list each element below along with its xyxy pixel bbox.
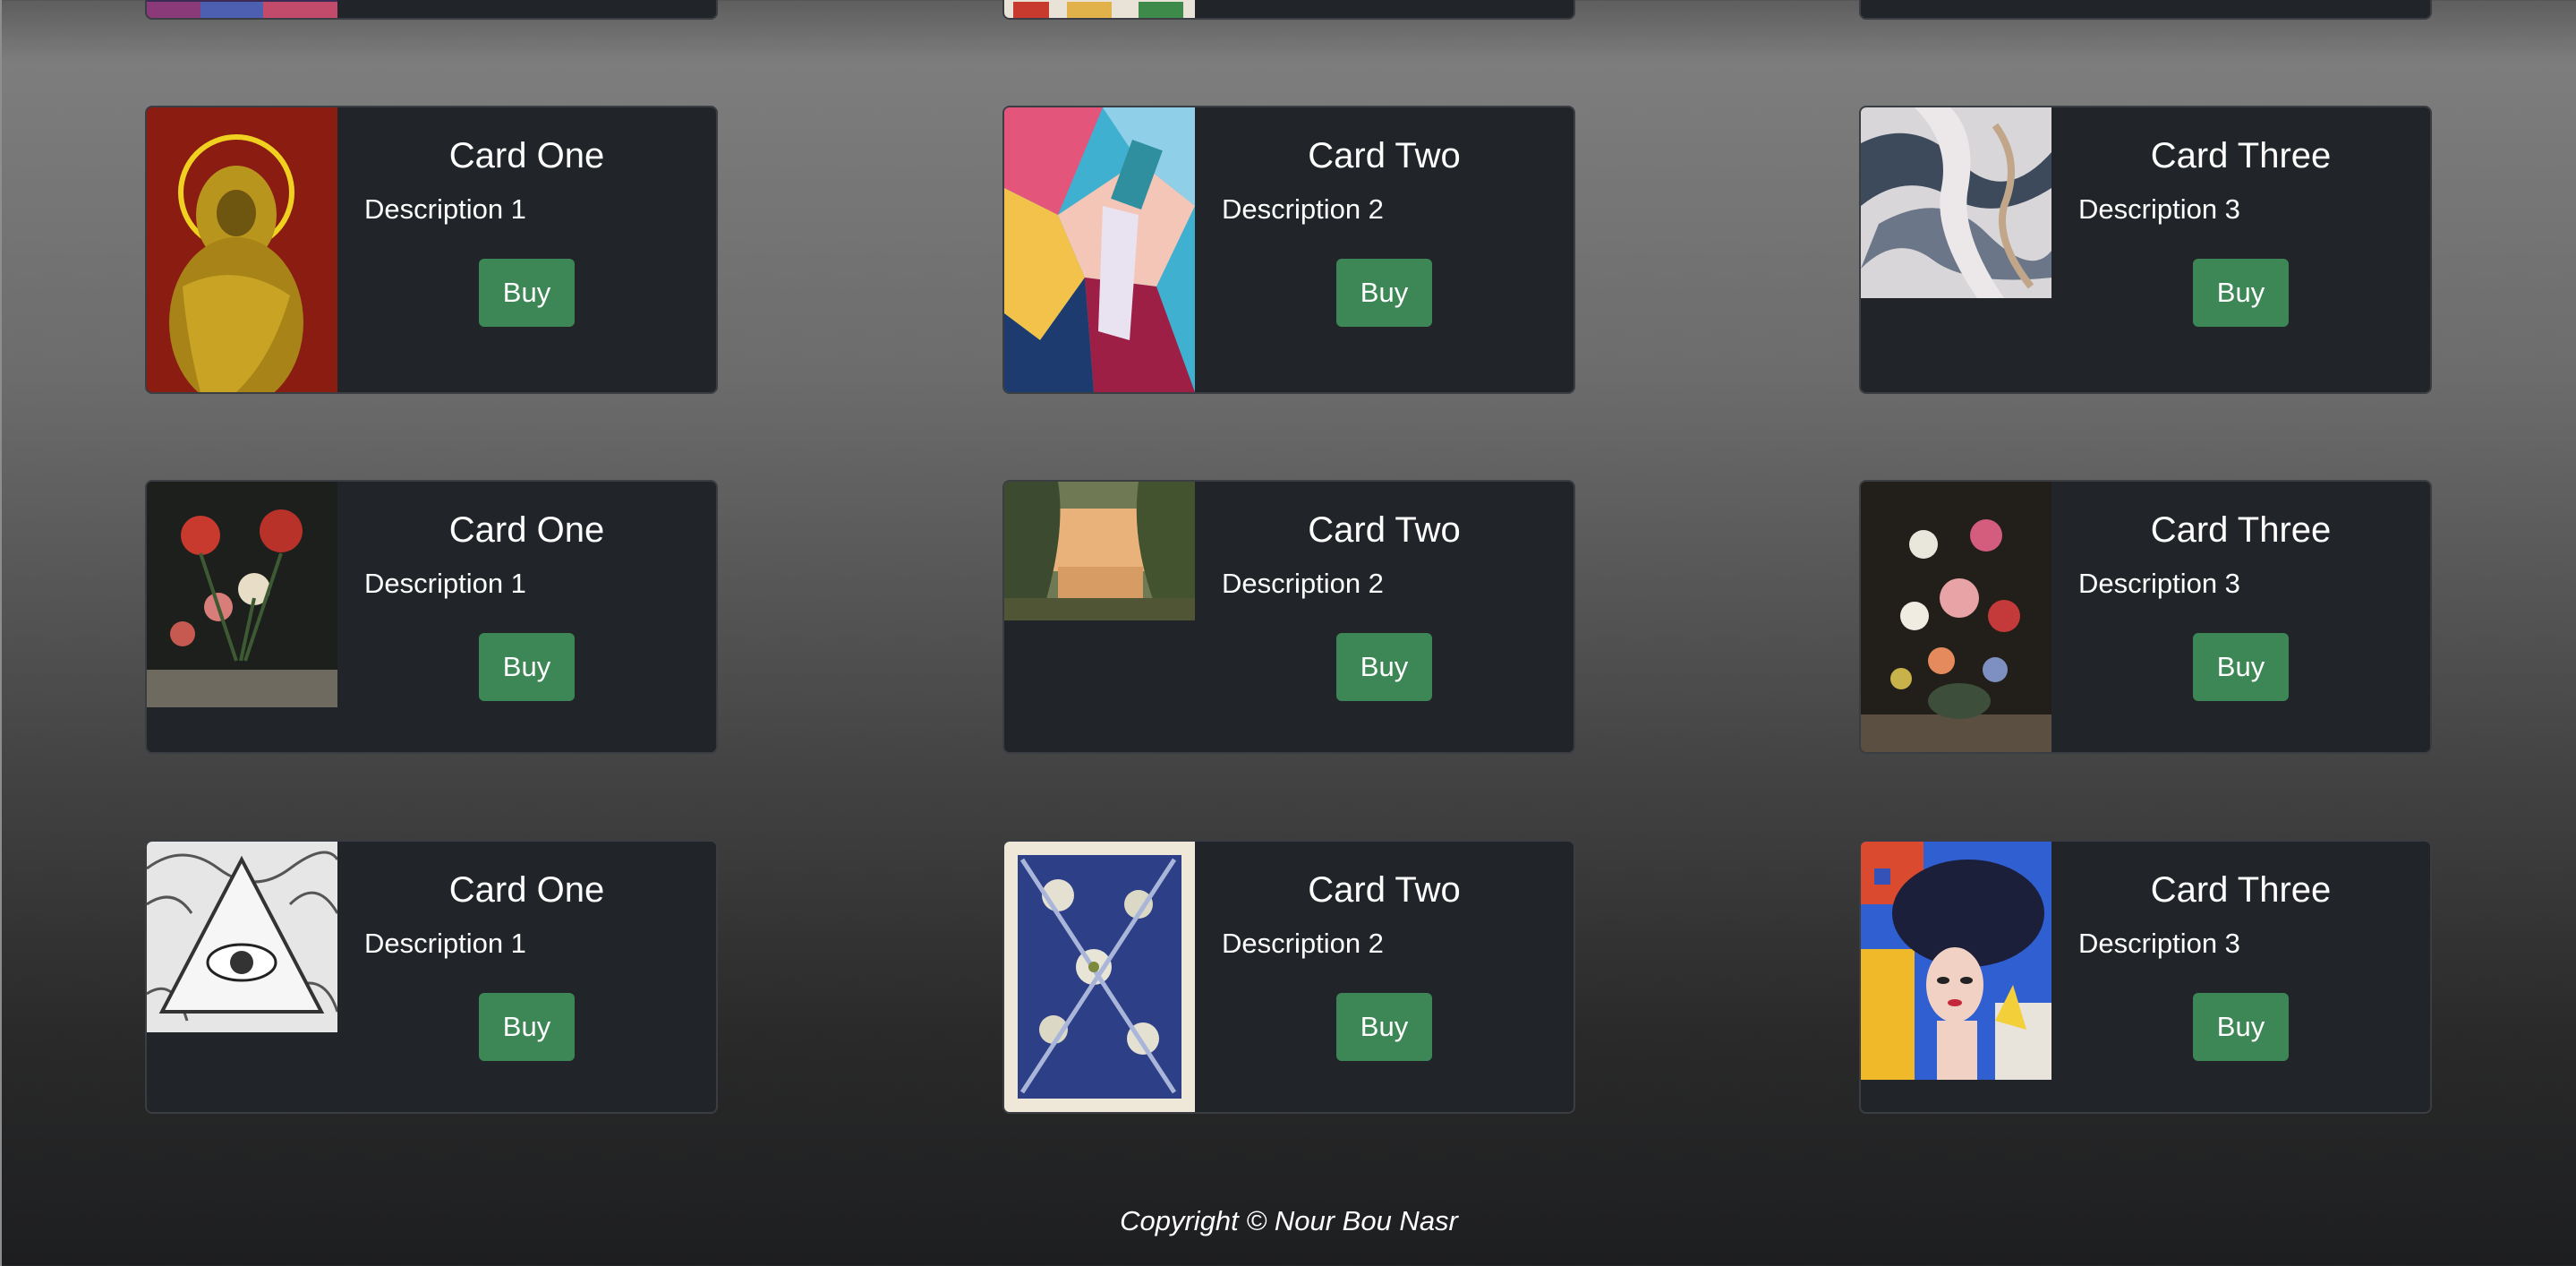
painting-image bbox=[1861, 0, 2051, 18]
marble-swirl-image bbox=[1861, 107, 2051, 298]
card-title: Card One bbox=[448, 510, 605, 550]
golden-lion-image bbox=[147, 107, 337, 392]
card-partial bbox=[1859, 0, 2432, 20]
card-partial bbox=[145, 0, 718, 20]
card-body: Card Two Description 2 Buy bbox=[1195, 842, 1574, 1061]
product-card: Card Three Description 3 Buy bbox=[1859, 106, 2432, 394]
product-card: Card One Description 1 Buy bbox=[145, 106, 718, 394]
card-title: Card Three bbox=[2150, 510, 2332, 550]
buy-button[interactable]: Buy bbox=[479, 259, 575, 327]
card-description: Description 3 bbox=[2078, 568, 2240, 599]
card-partial bbox=[1002, 0, 1575, 20]
blue-floral-pattern-image bbox=[1004, 842, 1195, 1112]
card-title: Card Two bbox=[1308, 136, 1461, 175]
card-description: Description 2 bbox=[1222, 193, 1384, 225]
floral-painting-image bbox=[1004, 0, 1195, 18]
card-title: Card Three bbox=[2150, 870, 2332, 910]
jungle-lake-image bbox=[1004, 482, 1195, 620]
card-title: Card Two bbox=[1308, 870, 1461, 910]
buy-button[interactable]: Buy bbox=[1336, 633, 1432, 701]
product-card: Card Three Description 3 Buy bbox=[1859, 840, 2432, 1114]
buy-button[interactable]: Buy bbox=[2193, 259, 2289, 327]
card-body: Card Two Description 2 Buy bbox=[1195, 107, 1574, 327]
card-description: Description 1 bbox=[364, 928, 526, 959]
footer-copyright: Copyright © Nour Bou Nasr bbox=[1120, 1205, 1458, 1236]
card-body: Card Three Description 3 Buy bbox=[2051, 107, 2430, 327]
product-card: Card Two Description 2 Buy bbox=[1002, 840, 1575, 1114]
buy-button[interactable]: Buy bbox=[479, 993, 575, 1061]
card-grid: Card One Description 1 Buy Card Two Desc… bbox=[2, 0, 2576, 1266]
card-description: Description 1 bbox=[364, 193, 526, 225]
eye-triangle-image bbox=[147, 842, 337, 1032]
card-body: Card Three Description 3 Buy bbox=[2051, 842, 2430, 1061]
pop-art-woman-image bbox=[1861, 842, 2051, 1080]
card-description: Description 3 bbox=[2078, 928, 2240, 959]
buy-button[interactable]: Buy bbox=[2193, 993, 2289, 1061]
buy-button[interactable]: Buy bbox=[1336, 993, 1432, 1061]
card-title: Card Three bbox=[2150, 136, 2332, 175]
card-body: Card One Description 1 Buy bbox=[337, 107, 716, 327]
card-body: Card One Description 1 Buy bbox=[337, 482, 716, 701]
buy-button[interactable]: Buy bbox=[1336, 259, 1432, 327]
card-body: Card Two Description 2 Buy bbox=[1195, 482, 1574, 701]
card-description: Description 2 bbox=[1222, 568, 1384, 599]
red-flowers-image bbox=[147, 482, 337, 707]
buy-button[interactable]: Buy bbox=[479, 633, 575, 701]
product-card: Card One Description 1 Buy bbox=[145, 480, 718, 754]
card-title: Card One bbox=[448, 870, 605, 910]
card-description: Description 3 bbox=[2078, 193, 2240, 225]
buy-button[interactable]: Buy bbox=[2193, 633, 2289, 701]
product-card: Card Two Description 2 Buy bbox=[1002, 480, 1575, 754]
product-card: Card One Description 1 Buy bbox=[145, 840, 718, 1114]
product-card: Card Three Description 3 Buy bbox=[1859, 480, 2432, 754]
card-description: Description 2 bbox=[1222, 928, 1384, 959]
product-card: Card Two Description 2 Buy bbox=[1002, 106, 1575, 394]
card-title: Card Two bbox=[1308, 510, 1461, 550]
card-description: Description 1 bbox=[364, 568, 526, 599]
abstract-hands-image bbox=[1004, 107, 1195, 392]
colorful-painting-image bbox=[147, 0, 337, 18]
card-title: Card One bbox=[448, 136, 605, 175]
flower-bouquet-image bbox=[1861, 482, 2051, 752]
card-body: Card One Description 1 Buy bbox=[337, 842, 716, 1061]
card-body: Card Three Description 3 Buy bbox=[2051, 482, 2430, 701]
